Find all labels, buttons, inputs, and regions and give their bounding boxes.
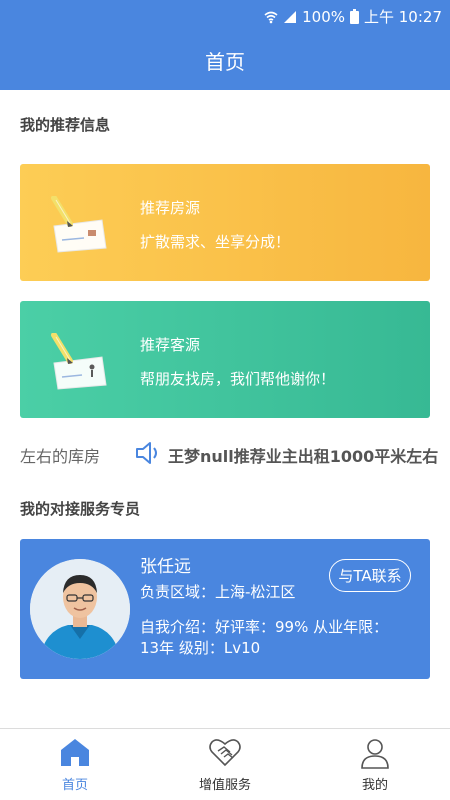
handshake-icon [209,739,241,767]
paper-pen-illustration [51,333,107,390]
status-bar: 100% 上午 10:27 [0,0,450,30]
battery-icon [350,9,359,24]
tab-value-added-services[interactable]: 增值服务 [150,729,300,800]
agent-area: 负责区域：上海-松江区 [140,583,296,601]
recommend-client-subtitle: 帮朋友找房，我们帮他谢你！ [140,370,336,388]
service-section-title: 我的对接服务专员 [20,500,141,518]
wifi-icon [264,11,278,23]
battery-percent: 100% [302,7,345,26]
recommend-house-subtitle: 扩散需求、坐享分成！ [140,233,291,251]
paper-pen-illustration [51,196,107,253]
signal-icon [284,10,297,23]
app-bar: 首页 [0,30,450,90]
agent-avatar [30,559,130,659]
ticker-message: 王梦null推荐业主出租1000平米左右 [168,447,439,466]
page-title: 首页 [205,49,245,74]
recommend-client-title: 推荐客源 [140,336,201,354]
ticker-previous-text: 左右的库房 [20,447,101,466]
recommend-section-title: 我的推荐信息 [20,116,111,134]
tab-mine[interactable]: 我的 [300,729,450,800]
speaker-icon [136,442,157,464]
tab-mine-label: 我的 [361,778,388,793]
home-icon [61,739,89,766]
agent-card[interactable]: 张任远 负责区域：上海-松江区 自我介绍：好评率：99% 从业年限：13年 级别… [20,539,430,679]
clock: 上午 10:27 [364,8,442,26]
announcement-ticker[interactable]: 左右的库房 王梦null推荐业主出租1000平米左右 [0,438,450,468]
bottom-tab-bar: 首页 增值服务 我的 [0,728,450,800]
tab-home-label: 首页 [61,778,88,793]
tab-value-added-services-label: 增值服务 [198,778,251,793]
tab-home[interactable]: 首页 [0,729,150,800]
user-icon [361,739,389,769]
recommend-house-title: 推荐房源 [140,199,201,217]
agent-name: 张任远 [140,557,191,577]
contact-agent-button[interactable]: 与TA联系 [329,559,411,592]
recommend-house-card[interactable]: 推荐房源 扩散需求、坐享分成！ [20,164,430,281]
agent-intro: 自我介绍：好评率：99% 从业年限：13年 级别：Lv10 [140,618,389,657]
recommend-client-card[interactable]: 推荐客源 帮朋友找房，我们帮他谢你！ [20,301,430,418]
